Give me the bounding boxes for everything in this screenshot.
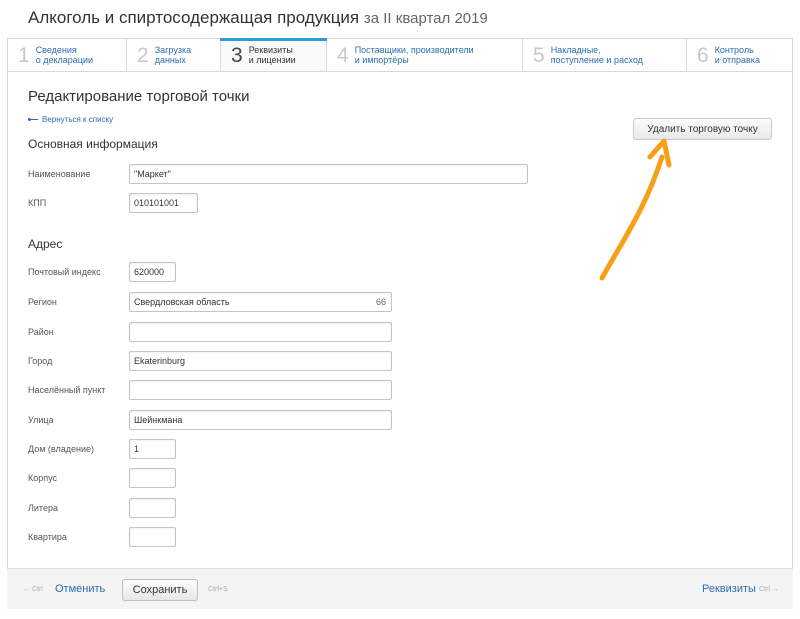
house-input[interactable]: 1	[129, 439, 176, 459]
form-heading: Редактирование торговой точки	[28, 88, 250, 105]
region-input[interactable]: Свердловская область 66	[129, 292, 392, 312]
kpp-label: КПП	[28, 198, 47, 208]
footer-bar: ← Ctrl Отменить Сохранить Ctrl+S Реквизи…	[7, 568, 793, 609]
step-2[interactable]: 2 Загрузка данных	[127, 39, 221, 71]
next-shortcut-hint: Ctrl →	[759, 586, 779, 593]
city-input[interactable]: Ekaterinburg	[129, 351, 392, 371]
postal-label: Почтовый индекс	[28, 267, 101, 277]
back-arrow-icon	[28, 118, 38, 121]
step-label: Реквизиты и лицензии	[248, 45, 296, 65]
step-number: 1	[18, 43, 30, 67]
annotation-arrow-icon	[599, 138, 672, 281]
page-period: за II квартал 2019	[363, 10, 488, 27]
letter-input[interactable]	[129, 498, 176, 518]
region-code: 66	[375, 297, 386, 307]
district-input[interactable]	[129, 322, 392, 342]
settlement-input[interactable]	[129, 380, 392, 400]
back-to-list-link[interactable]: Вернуться к списку	[28, 115, 113, 124]
step-5[interactable]: 5 Накладные, поступление и расход	[523, 39, 687, 71]
city-label: Город	[28, 356, 53, 366]
name-label: Наименование	[28, 169, 91, 179]
step-number: 3	[231, 43, 243, 67]
step-label: Сведения о декларации	[35, 45, 93, 65]
next-step-link[interactable]: Реквизиты	[702, 583, 756, 595]
main-info-heading: Основная информация	[28, 137, 158, 151]
step-label: Поставщики, производители и импортёры	[354, 45, 474, 65]
step-4[interactable]: 4 Поставщики, производители и импортёры	[327, 39, 523, 71]
step-3[interactable]: 3 Реквизиты и лицензии	[220, 38, 327, 71]
step-label: Загрузка данных	[154, 45, 192, 65]
building-label: Корпус	[28, 473, 58, 483]
house-label: Дом (владение)	[28, 444, 94, 454]
page-title: Алкоголь и спиртосодержащая продукция за…	[28, 8, 488, 28]
kpp-input[interactable]: 010101001	[129, 193, 198, 213]
street-input[interactable]: Шейнкмана	[129, 410, 392, 430]
step-label: Накладные, поступление и расход	[550, 45, 643, 65]
name-input[interactable]: "Маркет"	[129, 164, 528, 184]
step-1[interactable]: 1 Сведения о декларации	[8, 39, 127, 71]
step-number: 4	[337, 43, 349, 67]
step-number: 6	[697, 43, 709, 67]
save-shortcut-hint: Ctrl+S	[208, 586, 228, 593]
step-6[interactable]: 6 Контроль и отправка	[687, 39, 792, 71]
building-input[interactable]	[129, 468, 176, 488]
region-label: Регион	[28, 297, 57, 307]
step-label: Контроль и отправка	[714, 45, 760, 65]
save-button[interactable]: Сохранить	[122, 579, 198, 601]
cancel-shortcut-hint: ← Ctrl	[23, 586, 43, 593]
apartment-input[interactable]	[129, 527, 176, 547]
wizard-steps: 1 Сведения о декларации 2 Загрузка данны…	[7, 38, 793, 72]
cancel-link[interactable]: Отменить	[55, 583, 105, 595]
address-heading: Адрес	[28, 237, 63, 251]
letter-label: Литера	[28, 503, 58, 513]
street-label: Улица	[28, 415, 54, 425]
step-number: 2	[137, 43, 149, 67]
district-label: Район	[28, 327, 54, 337]
step-number: 5	[533, 43, 545, 67]
region-value: Свердловская область	[134, 297, 230, 307]
apartment-label: Квартира	[28, 532, 67, 542]
page-title-text: Алкоголь и спиртосодержащая продукция	[28, 8, 360, 27]
back-link-label: Вернуться к списку	[42, 115, 114, 124]
settlement-label: Населённый пункт	[28, 385, 106, 395]
postal-input[interactable]: 620000	[129, 262, 176, 282]
